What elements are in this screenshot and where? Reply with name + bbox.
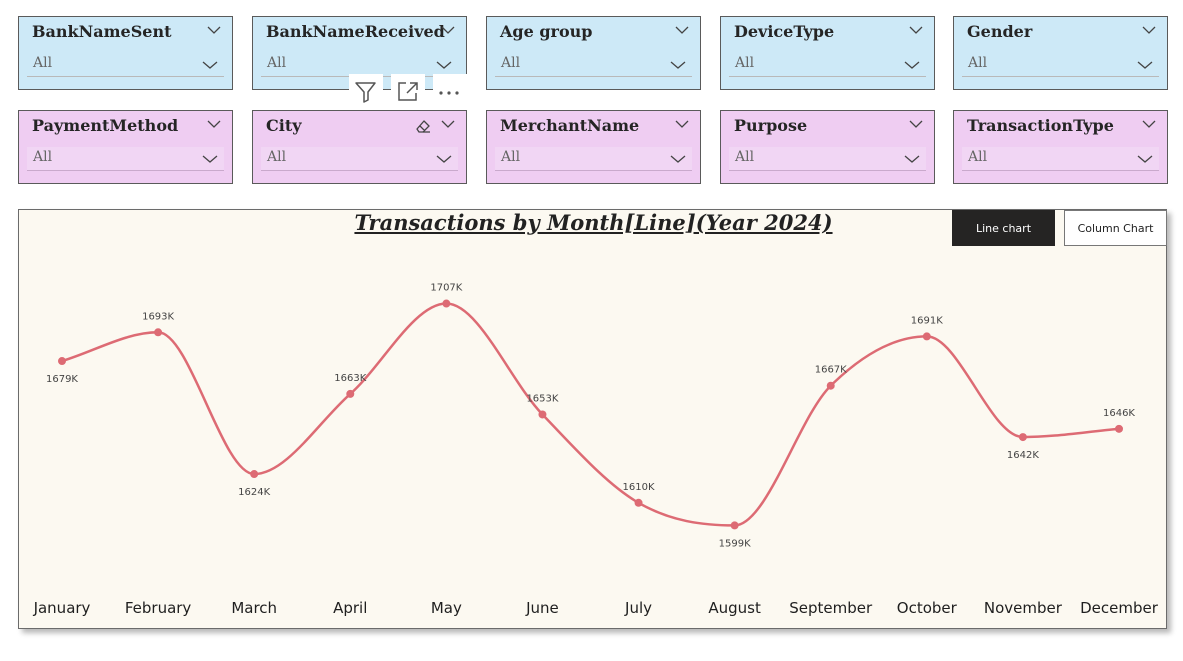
data-point-september[interactable]: [826, 381, 835, 390]
line-chart-button[interactable]: Line chart: [952, 210, 1055, 246]
slicer-value: All: [267, 55, 287, 71]
data-point-may[interactable]: [442, 299, 451, 308]
data-point-march[interactable]: [250, 470, 259, 479]
slicer-dropdown[interactable]: All: [261, 147, 458, 171]
slicer-dropdown[interactable]: All: [729, 147, 926, 171]
slicer-dropdown[interactable]: All: [27, 53, 224, 77]
slicer-purpose[interactable]: Purpose All: [720, 110, 935, 184]
x-tick-label: August: [708, 599, 761, 617]
slicer-dropdown[interactable]: All: [495, 53, 692, 77]
x-tick-label: April: [333, 599, 367, 617]
slicer-payment-method[interactable]: PaymentMethod All: [18, 110, 233, 184]
slicer-merchant-name[interactable]: MerchantName All: [486, 110, 701, 184]
slicer-dropdown[interactable]: All: [729, 53, 926, 77]
data-label: 1667K: [815, 365, 847, 376]
x-tick-label: October: [897, 599, 958, 617]
data-label: 1693K: [142, 311, 174, 322]
focus-mode-icon[interactable]: [391, 74, 425, 108]
x-tick-label: September: [789, 599, 873, 617]
x-tick-label: June: [525, 599, 559, 617]
x-tick-label: January: [33, 599, 91, 617]
slicer-title: City: [266, 116, 302, 135]
slicer-value: All: [33, 55, 53, 71]
slicer-gender[interactable]: Gender All: [953, 16, 1168, 90]
data-label: 1642K: [1007, 450, 1039, 461]
slicer-device-type[interactable]: DeviceType All: [720, 16, 935, 90]
eraser-icon[interactable]: [414, 118, 432, 134]
data-point-december[interactable]: [1115, 424, 1123, 433]
data-point-january[interactable]: [58, 357, 66, 366]
visual-header: [349, 74, 467, 108]
data-point-april[interactable]: [346, 389, 355, 398]
slicer-title: BankNameReceived: [266, 22, 445, 41]
slicer-dropdown[interactable]: All: [27, 147, 224, 171]
slicer-value: All: [735, 149, 755, 165]
data-point-june[interactable]: [538, 410, 547, 419]
data-point-november[interactable]: [1018, 433, 1027, 442]
data-label: 1691K: [911, 315, 943, 326]
slicer-title: TransactionType: [967, 116, 1114, 135]
x-tick-label: February: [125, 599, 192, 617]
slicer-value: All: [968, 55, 988, 71]
slicer-value: All: [33, 149, 53, 165]
slicer-bank-name-sent[interactable]: BankNameSent All: [18, 16, 233, 90]
slicer-value: All: [968, 149, 988, 165]
slicer-value: All: [501, 55, 521, 71]
x-tick-label: July: [624, 599, 652, 617]
data-label: 1624K: [238, 487, 270, 498]
data-label: 1610K: [623, 482, 655, 493]
column-chart-button[interactable]: Column Chart: [1064, 210, 1167, 246]
slicer-dropdown[interactable]: All: [962, 53, 1159, 77]
data-label: 1679K: [46, 374, 78, 385]
slicer-dropdown[interactable]: All: [962, 147, 1159, 171]
slicer-value: All: [501, 149, 521, 165]
slicer-value: All: [267, 149, 287, 165]
slicer-age-group[interactable]: Age group All: [486, 16, 701, 90]
data-label: 1599K: [719, 538, 751, 549]
data-point-august[interactable]: [730, 521, 739, 530]
slicer-title: Gender: [967, 22, 1033, 41]
x-tick-label: May: [431, 599, 462, 617]
data-label: 1663K: [334, 373, 366, 384]
slicer-value: All: [735, 55, 755, 71]
series-line: [61, 302, 1120, 527]
chart-canvas: 1679K January 1693K February 1624K March 1663K…: [33, 283, 1159, 617]
data-point-october[interactable]: [922, 332, 931, 341]
data-label: 1646K: [1103, 408, 1135, 419]
slicer-transaction-type[interactable]: TransactionType All: [953, 110, 1168, 184]
filter-icon[interactable]: [349, 74, 383, 108]
line-chart-visual[interactable]: 1679K January 1693K February 1624K March 1663K…: [18, 209, 1167, 629]
slicer-title: Purpose: [734, 116, 808, 135]
slicer-title: PaymentMethod: [32, 116, 179, 135]
slicer-title: MerchantName: [500, 116, 640, 135]
x-tick-label: November: [984, 599, 1063, 617]
slicer-title: DeviceType: [734, 22, 835, 41]
more-options-icon[interactable]: [433, 74, 467, 108]
slicer-title: Age group: [500, 22, 593, 41]
slicer-dropdown[interactable]: All: [495, 147, 692, 171]
x-tick-label: March: [231, 599, 277, 617]
data-label: 1707K: [430, 283, 462, 294]
data-label: 1653K: [526, 393, 558, 404]
data-point-february[interactable]: [154, 328, 163, 337]
slicer-title: BankNameSent: [32, 22, 172, 41]
slicer-city[interactable]: City All: [252, 110, 467, 184]
x-tick-label: December: [1080, 599, 1159, 617]
data-point-july[interactable]: [634, 498, 643, 507]
